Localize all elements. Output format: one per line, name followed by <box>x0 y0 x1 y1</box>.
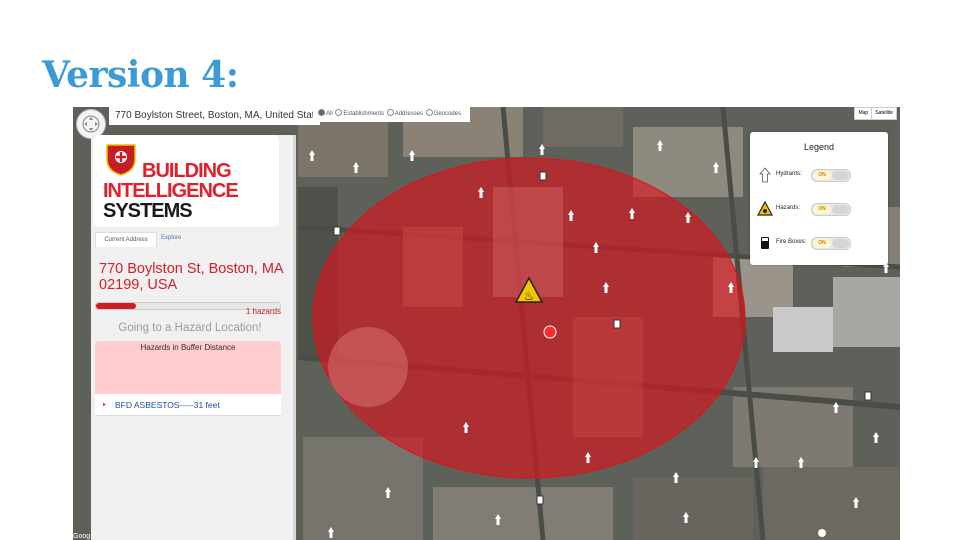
logo-line-systems: SYSTEMS <box>103 200 193 222</box>
map-type-control: Map Satellite <box>854 107 897 120</box>
hazard-count: 1 hazards <box>245 307 281 316</box>
legend-row-hydrants: Hydrants: ON <box>756 165 886 187</box>
hazard-list-item[interactable]: ▸ BFD ASBESTOS-----31 feet <box>95 394 281 416</box>
radio-establishments-label: Establishments <box>343 111 385 117</box>
google-attribution: Goog <box>73 533 91 540</box>
expand-arrow-icon: ▸ <box>103 402 107 408</box>
hydrants-toggle[interactable]: ON <box>811 169 851 182</box>
toggle-knob <box>832 205 849 214</box>
radio-addresses[interactable] <box>386 109 394 117</box>
pan-arrows-icon <box>82 115 100 133</box>
toggle-knob <box>832 239 849 248</box>
hazard-progress-fill <box>96 303 137 309</box>
legend-label-fire-boxes: Fire Boxes: <box>776 239 807 245</box>
search-filter: All Establishments Addresses Geocodes <box>313 107 470 122</box>
legend-row-hazards: Hazards: ON <box>756 199 886 221</box>
radio-geocodes[interactable] <box>425 109 433 117</box>
map-view[interactable]: ♨ 770 Boylston Street, Boston, MA, Unite… <box>73 107 900 540</box>
radio-addresses-label: Addresses <box>394 111 424 117</box>
current-address: 770 Boylston St, Boston, MA 02199, USA <box>99 261 283 293</box>
panel-tabs: Current Address Explore <box>93 232 279 247</box>
buffer-section <box>95 363 281 394</box>
fire-box-icon <box>761 237 769 249</box>
legend-row-fire-boxes: Fire Boxes: ON <box>756 233 886 255</box>
hydrant-icon <box>759 167 771 183</box>
logo-line-intelligence: INTELLIGENCE <box>103 180 239 202</box>
map-type-satellite-button[interactable]: Satellite <box>871 108 896 119</box>
hazards-toggle[interactable]: ON <box>811 203 851 216</box>
radio-all[interactable] <box>318 109 325 117</box>
legend-title: Legend <box>803 142 835 152</box>
boston-fire-seal-icon <box>106 144 136 176</box>
address-search-input[interactable]: 770 Boylston Street, Boston, MA, United … <box>109 107 320 125</box>
bis-logo: BUILDING INTELLIGENCE SYSTEMS <box>93 135 279 227</box>
radio-all-label: All <box>326 111 333 117</box>
hazard-item-label: BFD ASBESTOS-----31 feet <box>115 400 220 410</box>
legend-label-hazards: Hazards: <box>776 205 801 211</box>
info-panel: BUILDING INTELLIGENCE SYSTEMS Current Ad… <box>91 135 296 540</box>
hazards-toggle-state: ON <box>813 205 831 214</box>
radio-geocodes-label: Geocodes <box>433 111 462 117</box>
toggle-knob <box>832 171 849 180</box>
logo-line-building: BUILDING <box>142 160 232 182</box>
hydrants-toggle-state: ON <box>813 171 831 180</box>
tab-explore[interactable]: Explore <box>161 235 181 241</box>
radio-establishments[interactable] <box>335 109 343 117</box>
tab-current-address[interactable]: Current Address <box>95 232 157 247</box>
slide-title: Version 4: <box>42 54 239 96</box>
fire-boxes-toggle[interactable]: ON <box>811 237 851 250</box>
map-type-map-button[interactable]: Map <box>855 108 871 119</box>
buffer-header: Hazards in Buffer Distance <box>95 341 281 363</box>
hazard-icon <box>757 201 773 216</box>
svg-text:♨: ♨ <box>524 289 535 303</box>
legend-label-hydrants: Hydrants: <box>776 171 802 177</box>
legend-panel: Legend Hydrants: ON Hazards: ON Fire Box… <box>750 132 888 265</box>
going-to-message: Going to a Hazard Location! <box>118 322 262 334</box>
fire-boxes-toggle-state: ON <box>813 239 831 248</box>
